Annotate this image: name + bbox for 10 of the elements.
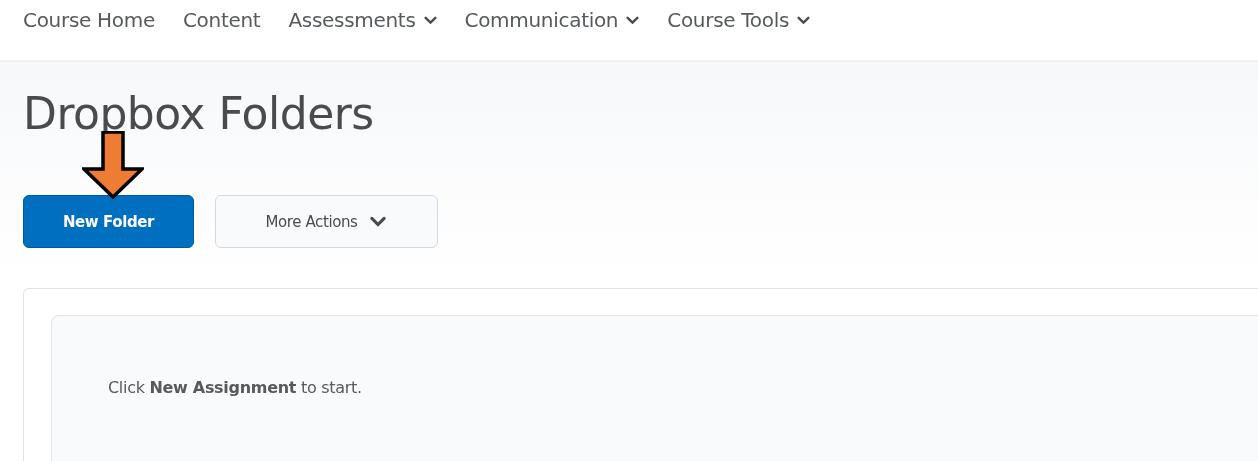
- nav-link[interactable]: Communication: [464, 8, 640, 32]
- action-button[interactable]: More Actions: [215, 195, 438, 248]
- nav-link[interactable]: Content: [182, 8, 261, 32]
- down-arrow-drawing: [82, 131, 144, 199]
- page-title: Dropbox Folders: [23, 87, 375, 141]
- empty-state-message: Click New Assignment to start.: [108, 378, 362, 397]
- nav-link[interactable]: Course Tools: [667, 8, 811, 32]
- action-button[interactable]: New Folder: [23, 195, 194, 248]
- nav-link[interactable]: Course Home: [23, 8, 155, 32]
- nav-link[interactable]: Assessments: [288, 8, 437, 32]
